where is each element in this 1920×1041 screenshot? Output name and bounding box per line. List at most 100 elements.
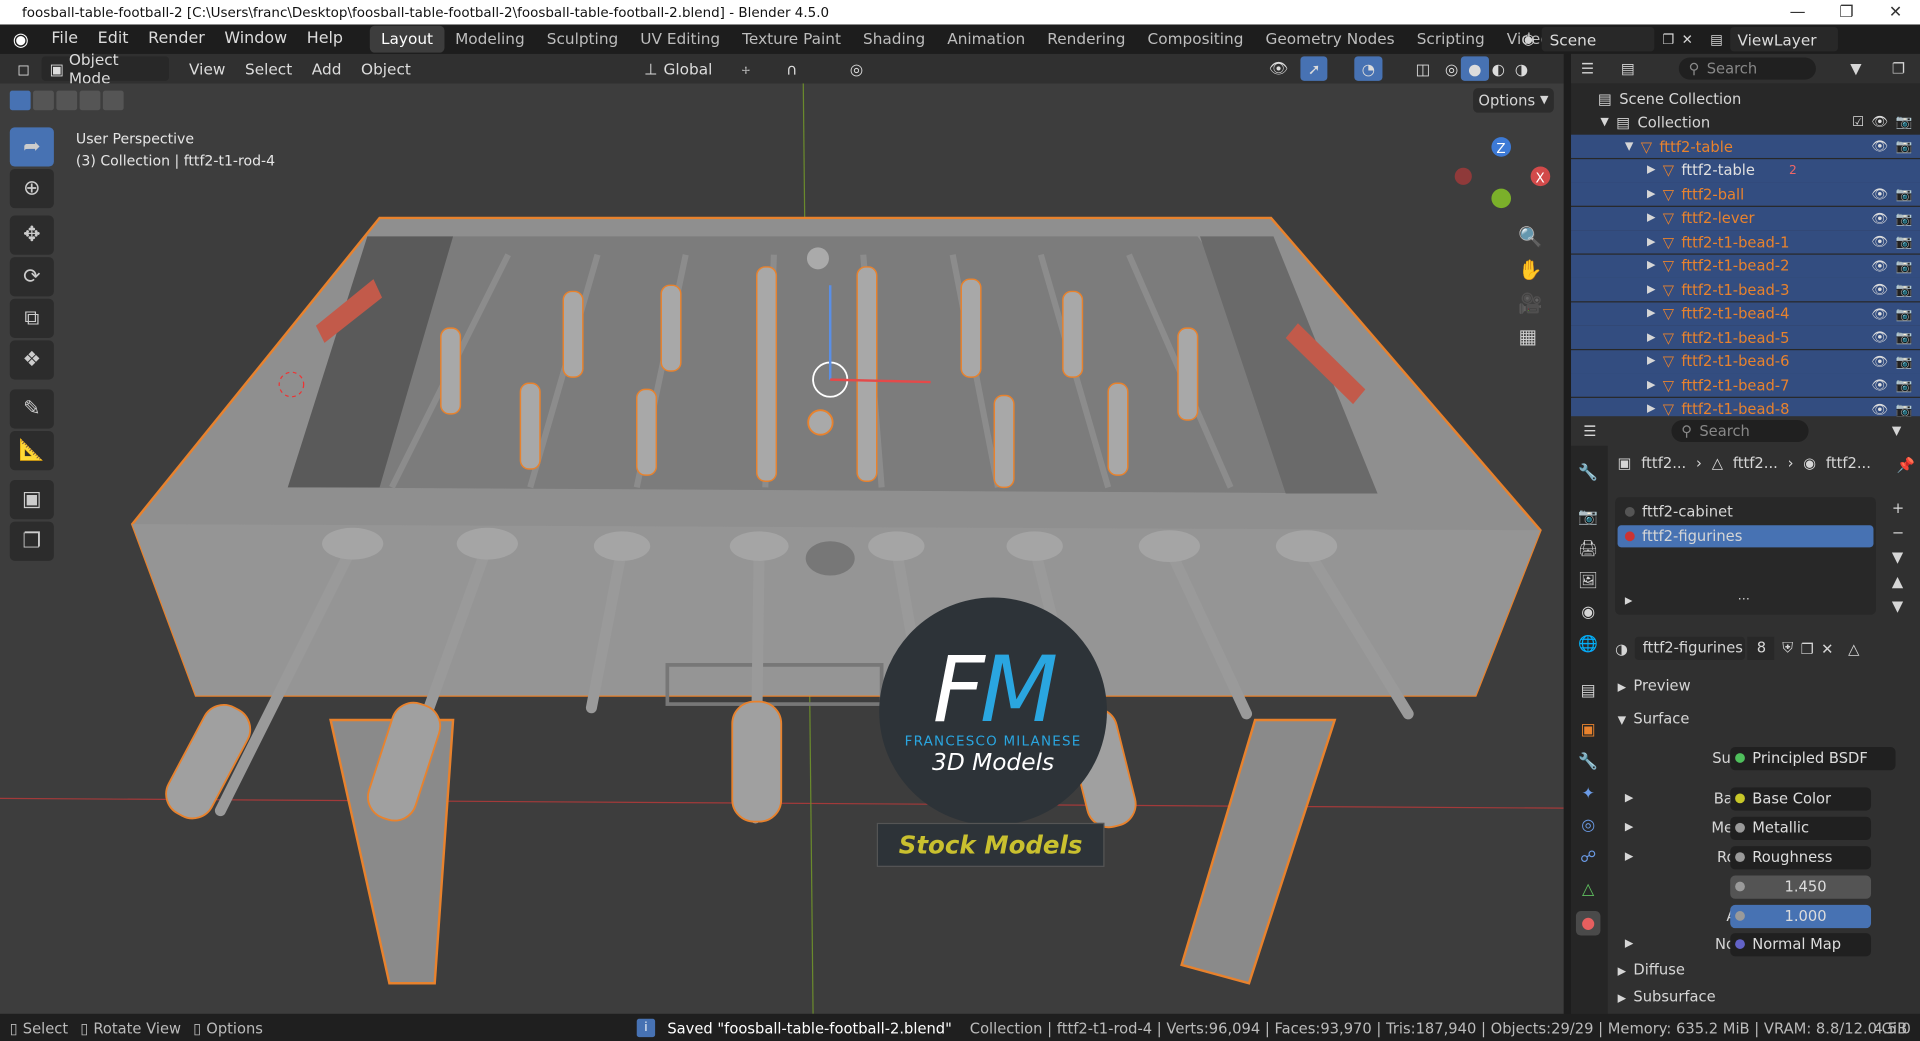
proportional-edit-icon[interactable]: ◎ <box>842 56 870 80</box>
filter-icon[interactable]: ▼ <box>1850 60 1861 77</box>
render-camera-icon[interactable]: 📷 <box>1896 114 1913 130</box>
material-users-count[interactable]: 8 <box>1747 636 1775 661</box>
render-camera-icon[interactable]: 📷 <box>1896 138 1913 154</box>
surface-row-value[interactable]: Metallic <box>1730 816 1872 840</box>
object-tab-icon[interactable]: ▣ <box>1576 718 1600 742</box>
select-box-tool-icon[interactable]: ➦ <box>9 127 54 167</box>
expand-chevron-icon[interactable]: ▼ <box>1625 140 1633 152</box>
tool-tab-icon[interactable]: 🔧 <box>1576 460 1600 484</box>
expand-chevron-icon[interactable]: ▶ <box>1647 403 1655 415</box>
select-subtract-icon[interactable] <box>56 90 78 111</box>
snap-icon[interactable]: ∩ <box>779 56 805 80</box>
move-tool-icon[interactable]: ✥ <box>9 215 54 255</box>
scene-icon[interactable]: ◉ <box>1522 31 1535 48</box>
rendered-shading-icon[interactable]: ◑ <box>1507 56 1535 80</box>
xray-icon[interactable]: ◫ <box>1408 56 1437 80</box>
new-scene-icon[interactable]: ❐ <box>1662 31 1674 47</box>
chevron-down-icon[interactable]: ▼ <box>1892 424 1901 437</box>
view-layer-selector[interactable]: ViewLayer <box>1730 26 1838 52</box>
preview-panel-header[interactable]: ▶ Preview <box>1618 677 1691 694</box>
surface-row-value[interactable]: Normal Map <box>1730 932 1872 956</box>
render-camera-icon[interactable]: 📷 <box>1896 401 1913 417</box>
unlink-material-icon[interactable]: ✕ <box>1821 640 1833 657</box>
outliner-item[interactable]: ▼ ▽ fttf2-table 👁 📷 <box>1571 134 1920 158</box>
outliner-item[interactable]: ▶ ▽ fttf2-t1-bead-3 👁 📷 <box>1571 277 1920 302</box>
material-browse-icon[interactable]: ◑ <box>1615 640 1628 657</box>
socket-icon[interactable] <box>1735 911 1745 921</box>
expand-chevron-icon[interactable]: ▶ <box>1647 164 1655 176</box>
render-camera-icon[interactable]: 📷 <box>1896 258 1913 274</box>
surface-row-value[interactable]: Roughness <box>1730 845 1872 869</box>
eye-icon[interactable]: 👁 <box>1871 258 1888 274</box>
pan-hand-icon[interactable]: ✋ <box>1518 258 1542 281</box>
properties-editor-icon[interactable]: ☰ <box>1583 422 1596 439</box>
outliner-search-input[interactable]: ⚲ Search <box>1678 57 1816 80</box>
expand-chevron-icon[interactable]: ▶ <box>1647 379 1655 391</box>
camera-view-icon[interactable]: 🎥 <box>1518 291 1542 314</box>
menu-select[interactable]: Select <box>238 56 300 80</box>
slot-cabinet[interactable]: fttf2-cabinet <box>1618 501 1874 523</box>
add-cube-tool-icon[interactable]: ▣ <box>9 480 54 520</box>
viewport-scene[interactable]: Z X <box>0 83 1564 1014</box>
render-camera-icon[interactable]: 📷 <box>1896 353 1913 369</box>
surface-row-value[interactable]: 1.450 <box>1730 874 1872 899</box>
editor-type-icon[interactable]: ◻ <box>10 56 37 80</box>
close-window-icon[interactable]: ✕ <box>1871 0 1920 24</box>
move-up-icon[interactable]: ▲ <box>1892 573 1904 590</box>
select-new-icon[interactable] <box>9 90 31 111</box>
view-layer-icon[interactable]: ▤ <box>1710 31 1723 47</box>
outliner-item[interactable]: ▶ ▽ fttf2-t1-bead-1 👁 📷 <box>1571 230 1920 254</box>
subsurface-panel-header[interactable]: ▶ Subsurface <box>1618 988 1716 1005</box>
resize-handle-icon[interactable]: ⋯ <box>1738 593 1750 606</box>
eye-icon[interactable]: 👁 <box>1871 401 1888 417</box>
tab-uv-editing[interactable]: UV Editing <box>629 26 731 53</box>
render-camera-icon[interactable]: 📷 <box>1896 186 1913 202</box>
render-camera-icon[interactable]: 📷 <box>1896 306 1913 322</box>
rotate-tool-icon[interactable]: ⟳ <box>9 257 54 297</box>
expand-chevron-icon[interactable]: ▼ <box>1600 116 1608 128</box>
options-dropdown[interactable]: Options ▼ <box>1473 88 1554 113</box>
expand-chevron-icon[interactable]: ▶ <box>1647 260 1655 272</box>
particles-tab-icon[interactable]: ✦ <box>1576 781 1600 805</box>
data-tab-icon[interactable]: △ <box>1576 877 1600 901</box>
surface-row-value[interactable]: Base Color <box>1730 786 1872 811</box>
outliner-item[interactable]: ▶ ▽ fttf2-t1-bead-5 👁 📷 <box>1571 325 1920 349</box>
render-tab-icon[interactable]: 📷 <box>1576 504 1600 528</box>
expand-chevron-icon[interactable]: ▶ <box>1647 212 1655 224</box>
tab-sculpting[interactable]: Sculpting <box>536 26 630 53</box>
3d-viewport[interactable]: Z X User Perspective (3) Collection | ft… <box>0 83 1564 1014</box>
visibility-icon[interactable]: 👁 <box>1261 56 1295 80</box>
new-collection-icon[interactable]: ❐ <box>1892 60 1905 77</box>
socket-icon[interactable] <box>1735 793 1745 804</box>
exclude-checkbox-icon[interactable]: ☑ <box>1852 114 1864 130</box>
view-layer-tab-icon[interactable]: 🖼 <box>1576 568 1600 592</box>
tab-layout[interactable]: Layout <box>369 25 445 53</box>
eye-icon[interactable]: 👁 <box>1871 282 1888 298</box>
menu-object[interactable]: Object <box>354 56 419 80</box>
expand-chevron-icon[interactable]: ▶ <box>1625 792 1633 804</box>
scene-selector[interactable]: Scene <box>1542 26 1655 52</box>
slot-figurines[interactable]: fttf2-figurines <box>1617 525 1874 548</box>
eye-icon[interactable]: 👁 <box>1871 329 1888 345</box>
tab-scripting[interactable]: Scripting <box>1406 26 1496 53</box>
eye-icon[interactable]: 👁 <box>1871 306 1888 322</box>
outliner-item[interactable]: ▶ ▽ fttf2-table 2 <box>1571 158 1920 182</box>
world-tab-icon[interactable]: 🌐 <box>1576 632 1600 656</box>
eye-icon[interactable]: 👁 <box>1871 353 1888 369</box>
pin-icon[interactable]: 📌 <box>1897 457 1915 474</box>
outliner-editor-icon[interactable]: ☰ <box>1581 60 1594 77</box>
object-mode-dropdown[interactable]: ▣ Object Mode <box>42 50 170 87</box>
render-camera-icon[interactable]: 📷 <box>1896 234 1913 250</box>
remove-slot-icon[interactable]: − <box>1892 524 1904 541</box>
eye-icon[interactable]: 👁 <box>1871 138 1888 154</box>
move-down-icon[interactable]: ▼ <box>1892 598 1904 615</box>
select-invert-icon[interactable] <box>79 90 101 111</box>
material-name-field[interactable]: fttf2-figurines <box>1635 636 1746 661</box>
menu-view[interactable]: View <box>182 56 233 80</box>
expand-chevron-icon[interactable]: ▶ <box>1647 307 1655 319</box>
scale-tool-icon[interactable]: ⧉ <box>9 298 54 338</box>
tab-compositing[interactable]: Compositing <box>1137 26 1255 53</box>
add-slot-icon[interactable]: + <box>1892 500 1904 517</box>
scene-collection-row[interactable]: ▤ Scene Collection <box>1571 87 1920 110</box>
tab-shading[interactable]: Shading <box>852 26 936 53</box>
